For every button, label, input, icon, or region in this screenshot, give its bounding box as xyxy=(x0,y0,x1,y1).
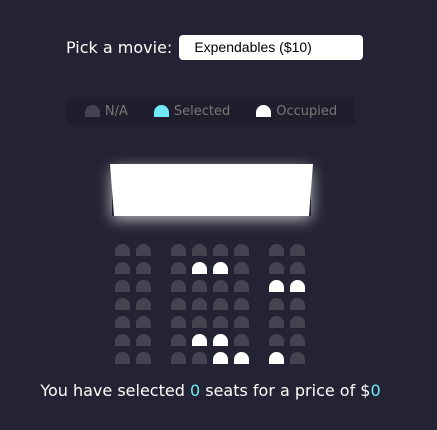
seat-available[interactable] xyxy=(192,280,207,292)
seat-available[interactable] xyxy=(269,262,284,274)
seat-occupied xyxy=(269,352,284,364)
seat-available[interactable] xyxy=(115,352,130,364)
seat-available[interactable] xyxy=(171,352,186,364)
seat-occupied-icon xyxy=(256,105,272,117)
seat-available[interactable] xyxy=(192,352,207,364)
seat-row xyxy=(115,262,311,280)
legend-label: Occupied xyxy=(276,103,338,119)
seat-available[interactable] xyxy=(136,352,151,364)
seat-available[interactable] xyxy=(171,334,186,346)
seat-occupied xyxy=(213,352,228,364)
seat-available[interactable] xyxy=(115,298,130,310)
seat-occupied xyxy=(213,334,228,346)
seat-occupied xyxy=(213,262,228,274)
seat-available[interactable] xyxy=(290,244,305,256)
seat-available[interactable] xyxy=(290,334,305,346)
seat-available[interactable] xyxy=(115,334,130,346)
seat-available[interactable] xyxy=(269,244,284,256)
seat-available[interactable] xyxy=(234,334,249,346)
seat-available[interactable] xyxy=(136,298,151,310)
seat-available[interactable] xyxy=(115,262,130,274)
seat-available[interactable] xyxy=(290,262,305,274)
seat-available[interactable] xyxy=(290,316,305,328)
seat-available[interactable] xyxy=(171,244,186,256)
seat-occupied xyxy=(269,280,284,292)
summary-text: seats for a price of $ xyxy=(200,381,371,400)
seat-available[interactable] xyxy=(192,244,207,256)
seat-available[interactable] xyxy=(234,244,249,256)
seat-available[interactable] xyxy=(136,280,151,292)
legend-na: N/A xyxy=(84,103,128,119)
seat-grid xyxy=(115,244,311,370)
seat-available[interactable] xyxy=(269,334,284,346)
seat-available[interactable] xyxy=(269,298,284,310)
seat-available[interactable] xyxy=(136,244,151,256)
legend-label: N/A xyxy=(104,103,128,119)
seat-available[interactable] xyxy=(213,280,228,292)
seat-available[interactable] xyxy=(213,316,228,328)
seat-row xyxy=(115,244,311,262)
seat-available[interactable] xyxy=(234,298,249,310)
selected-count: 0 xyxy=(189,381,201,400)
seat-selected-icon xyxy=(153,105,169,117)
seat-available[interactable] xyxy=(192,298,207,310)
seat-available[interactable] xyxy=(234,262,249,274)
seat-available[interactable] xyxy=(136,334,151,346)
seat-row xyxy=(115,334,311,352)
seat-row xyxy=(115,316,311,334)
seat-available[interactable] xyxy=(192,316,207,328)
seat-available[interactable] xyxy=(115,280,130,292)
seat-available[interactable] xyxy=(290,298,305,310)
seat-occupied xyxy=(192,334,207,346)
legend-occupied: Occupied xyxy=(256,104,337,119)
seat-available[interactable] xyxy=(171,262,186,274)
seat-na-icon xyxy=(84,105,100,117)
legend-selected: Selected xyxy=(153,103,231,119)
movie-select[interactable]: Expendables ($10) xyxy=(179,35,364,60)
seat-available[interactable] xyxy=(171,316,186,328)
legend-label: Selected xyxy=(173,103,231,119)
seat-occupied xyxy=(192,262,207,274)
total-price: 0 xyxy=(370,381,381,400)
seat-available[interactable] xyxy=(269,316,284,328)
seat-available[interactable] xyxy=(234,280,249,292)
seat-available[interactable] xyxy=(290,352,305,364)
seat-available[interactable] xyxy=(115,244,130,256)
summary-text: You have selected xyxy=(40,381,190,400)
movie-picker-label: Pick a movie: xyxy=(66,38,173,57)
seat-legend: N/A Selected Occupied xyxy=(67,97,355,125)
seat-available[interactable] xyxy=(115,316,130,328)
movie-picker: Pick a movie: Expendables ($10) xyxy=(66,35,364,60)
seat-available[interactable] xyxy=(136,262,151,274)
seat-occupied xyxy=(290,280,305,292)
cinema-screen xyxy=(110,164,313,216)
seat-available[interactable] xyxy=(234,316,249,328)
seat-row xyxy=(115,280,311,298)
seat-row xyxy=(115,352,311,370)
seat-available[interactable] xyxy=(213,298,228,310)
seat-available[interactable] xyxy=(136,316,151,328)
seat-available[interactable] xyxy=(171,298,186,310)
seat-row xyxy=(115,298,311,316)
selection-summary: You have selected 0 seats for a price of… xyxy=(0,381,421,400)
seat-occupied xyxy=(234,352,249,364)
seat-available[interactable] xyxy=(171,280,186,292)
seat-available[interactable] xyxy=(213,244,228,256)
